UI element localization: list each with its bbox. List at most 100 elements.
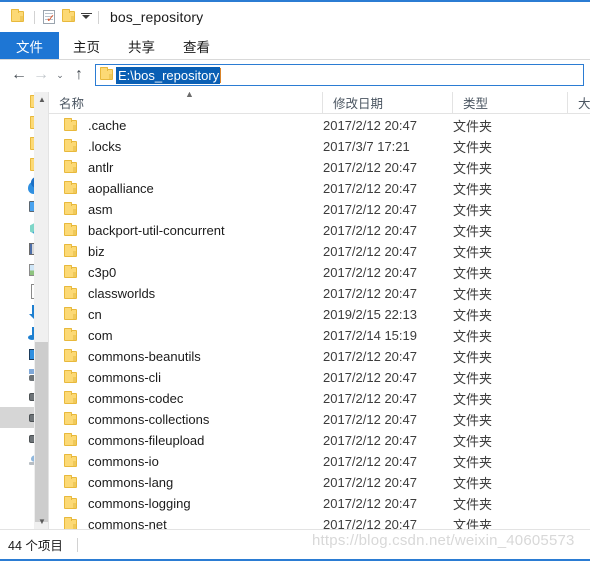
folder-icon: [63, 138, 80, 155]
table-row[interactable]: commons-beanutils 2017/2/12 20:47 文件夹: [49, 346, 590, 367]
cell-type: 文件夹: [453, 476, 493, 491]
file-name-label: .cache: [88, 118, 127, 133]
file-name-label: .locks: [88, 139, 122, 154]
cell-type: 文件夹: [453, 518, 493, 529]
table-row[interactable]: commons-codec 2017/2/12 20:47 文件夹: [49, 388, 590, 409]
ribbon-tab-bar: 文件 主页 共享 查看: [0, 32, 590, 60]
cell-date-modified: 2017/2/12 20:47: [323, 475, 417, 490]
table-row[interactable]: commons-io 2017/2/12 20:47 文件夹: [49, 451, 590, 472]
recent-locations-button[interactable]: ⌄: [52, 63, 68, 87]
scrollbar-thumb[interactable]: [35, 342, 48, 522]
customize-quick-access-icon[interactable]: [80, 8, 93, 26]
cell-name: commons-beanutils: [49, 348, 323, 365]
table-row[interactable]: commons-logging 2017/2/12 20:47 文件夹: [49, 493, 590, 514]
file-name-label: commons-collections: [88, 412, 210, 427]
file-name-label: commons-beanutils: [88, 349, 201, 364]
cell-name: commons-logging: [49, 495, 323, 512]
table-row[interactable]: asm 2017/2/12 20:47 文件夹: [49, 199, 590, 220]
folder-icon: [63, 390, 80, 407]
cell-name: aopalliance: [49, 180, 323, 197]
status-bar: 44 个项目: [0, 529, 590, 559]
cell-type: 文件夹: [453, 350, 493, 365]
toolbar-divider-2: [98, 10, 99, 24]
file-explorer-window: ✓ bos_repository 文件 主页 共享 查看 ← → ⌄ ↑ E:\…: [0, 0, 590, 561]
table-row[interactable]: commons-fileupload 2017/2/12 20:47 文件夹: [49, 430, 590, 451]
file-name-label: commons-cli: [88, 370, 161, 385]
toolbar-divider: [34, 10, 35, 24]
table-row[interactable]: commons-cli 2017/2/12 20:47 文件夹: [49, 367, 590, 388]
cell-date-modified: 2017/2/12 20:47: [323, 244, 417, 259]
file-list: .cache 2017/2/12 20:47 文件夹 .locks 2017/3/7 1…: [49, 115, 590, 529]
column-header-date[interactable]: 修改日期: [323, 92, 453, 114]
cell-type: 文件夹: [453, 161, 493, 176]
column-header-size[interactable]: 大小: [568, 92, 590, 114]
cell-name: commons-codec: [49, 390, 323, 407]
folder-icon: [63, 453, 80, 470]
cell-type: 文件夹: [453, 266, 493, 281]
cell-name: classworlds: [49, 285, 323, 302]
cell-type: 文件夹: [453, 371, 493, 386]
cell-date-modified: 2017/2/12 20:47: [323, 412, 417, 427]
text-cursor: [220, 67, 222, 83]
tab-file[interactable]: 文件: [0, 32, 59, 59]
cell-type: 文件夹: [453, 182, 493, 197]
cell-name: com: [49, 327, 323, 344]
cell-date-modified: 2017/2/12 20:47: [323, 265, 417, 280]
cell-name: c3p0: [49, 264, 323, 281]
table-row[interactable]: com 2017/2/14 15:19 文件夹: [49, 325, 590, 346]
cell-type: 文件夹: [453, 203, 493, 218]
table-row[interactable]: cn 2019/2/15 22:13 文件夹: [49, 304, 590, 325]
table-row[interactable]: commons-net 2017/2/12 20:47 文件夹: [49, 514, 590, 529]
properties-icon[interactable]: ✓: [40, 8, 58, 26]
address-bar[interactable]: E:\bos_repository: [95, 64, 584, 86]
file-name-label: commons-lang: [88, 475, 174, 490]
file-name-label: com: [88, 328, 113, 343]
scroll-up-icon[interactable]: ▲: [35, 92, 48, 107]
new-folder-icon[interactable]: [60, 8, 78, 26]
table-row[interactable]: .locks 2017/3/7 17:21 文件夹: [49, 136, 590, 157]
cell-date-modified: 2017/2/12 20:47: [323, 370, 417, 385]
tab-share[interactable]: 共享: [114, 32, 169, 59]
table-row[interactable]: backport-util-concurrent 2017/2/12 20:47 文…: [49, 220, 590, 241]
column-header-type[interactable]: 类型: [453, 92, 568, 114]
cell-date-modified: 2019/2/15 22:13: [323, 307, 417, 322]
cell-type: 文件夹: [453, 392, 493, 407]
up-button[interactable]: ↑: [68, 63, 90, 87]
cell-name: commons-fileupload: [49, 432, 323, 449]
quick-access-folder-icon[interactable]: [9, 8, 27, 26]
title-bar: ✓ bos_repository: [0, 2, 590, 32]
table-row[interactable]: commons-lang 2017/2/12 20:47 文件夹: [49, 472, 590, 493]
folder-icon: [63, 474, 80, 491]
table-row[interactable]: aopalliance 2017/2/12 20:47 文件夹: [49, 178, 590, 199]
cell-type: 文件夹: [453, 308, 493, 323]
cell-type: 文件夹: [453, 497, 493, 512]
cell-type: 文件夹: [453, 413, 493, 428]
cell-type: 文件夹: [453, 140, 493, 155]
table-row[interactable]: commons-collections 2017/2/12 20:47 文件夹: [49, 409, 590, 430]
back-button[interactable]: ←: [8, 63, 30, 87]
cell-date-modified: 2017/2/12 20:47: [323, 496, 417, 511]
navigation-pane-scrollbar[interactable]: ▲ ▼: [34, 92, 48, 529]
file-name-label: backport-util-concurrent: [88, 223, 225, 238]
table-row[interactable]: .cache 2017/2/12 20:47 文件夹: [49, 115, 590, 136]
scroll-down-icon[interactable]: ▼: [35, 514, 48, 529]
forward-button[interactable]: →: [30, 63, 52, 87]
table-row[interactable]: antlr 2017/2/12 20:47 文件夹: [49, 157, 590, 178]
table-row[interactable]: classworlds 2017/2/12 20:47 文件夹: [49, 283, 590, 304]
cell-date-modified: 2017/2/12 20:47: [323, 181, 417, 196]
cell-type: 文件夹: [453, 287, 493, 302]
tab-view[interactable]: 查看: [169, 32, 224, 59]
cell-type: 文件夹: [453, 434, 493, 449]
cell-name: biz: [49, 243, 323, 260]
table-row[interactable]: biz 2017/2/12 20:47 文件夹: [49, 241, 590, 262]
folder-icon: [63, 348, 80, 365]
address-input[interactable]: E:\bos_repository: [116, 66, 221, 84]
table-row[interactable]: c3p0 2017/2/12 20:47 文件夹: [49, 262, 590, 283]
tab-home[interactable]: 主页: [59, 32, 114, 59]
folder-icon: [63, 432, 80, 449]
cell-name: .locks: [49, 138, 323, 155]
status-divider: [76, 537, 78, 552]
file-name-label: commons-net: [88, 517, 167, 529]
cell-date-modified: 2017/2/12 20:47: [323, 223, 417, 238]
window-title: bos_repository: [110, 9, 204, 25]
